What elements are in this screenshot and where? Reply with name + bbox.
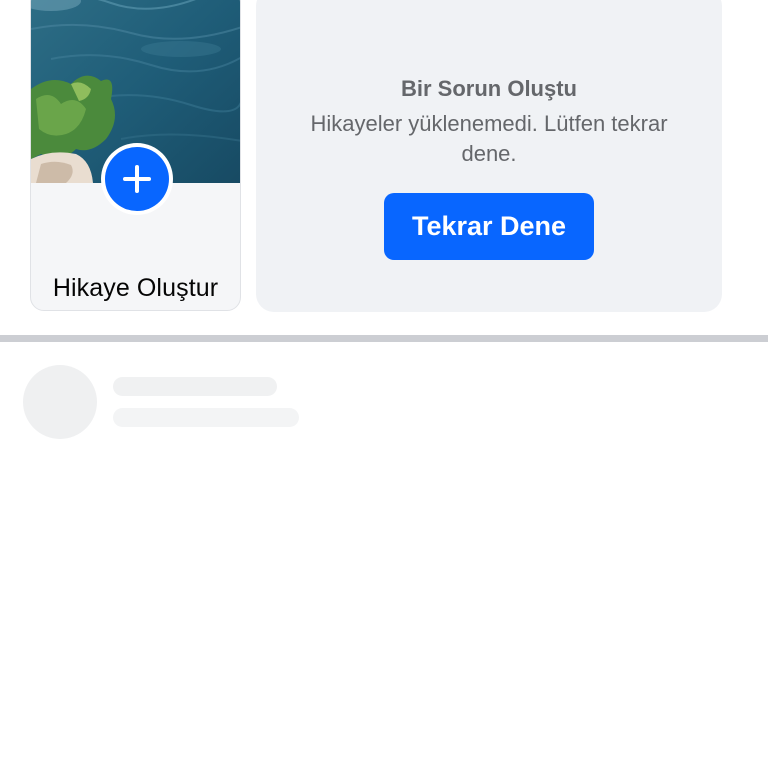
create-story-card[interactable]: Hikaye Oluştur — [30, 0, 241, 311]
skeleton-line-meta — [113, 408, 299, 427]
skeleton-line-name — [113, 377, 277, 396]
skeleton-avatar — [23, 365, 97, 439]
plus-icon-circle — [105, 147, 169, 211]
plus-icon — [123, 165, 151, 193]
section-divider — [0, 335, 768, 342]
feed-page: Hikaye Oluştur Bir Sorun Oluştu Hikayele… — [0, 0, 768, 768]
error-message: Hikayeler yüklenemedi. Lütfen tekrar den… — [310, 111, 668, 166]
stories-error-panel: Bir Sorun Oluştu Hikayeler yüklenemedi. … — [256, 0, 722, 312]
create-story-label: Hikaye Oluştur — [52, 274, 219, 302]
create-story-button[interactable] — [101, 143, 173, 215]
error-title: Bir Sorun Oluştu — [401, 76, 577, 101]
retry-button[interactable]: Tekrar Dene — [384, 193, 594, 260]
